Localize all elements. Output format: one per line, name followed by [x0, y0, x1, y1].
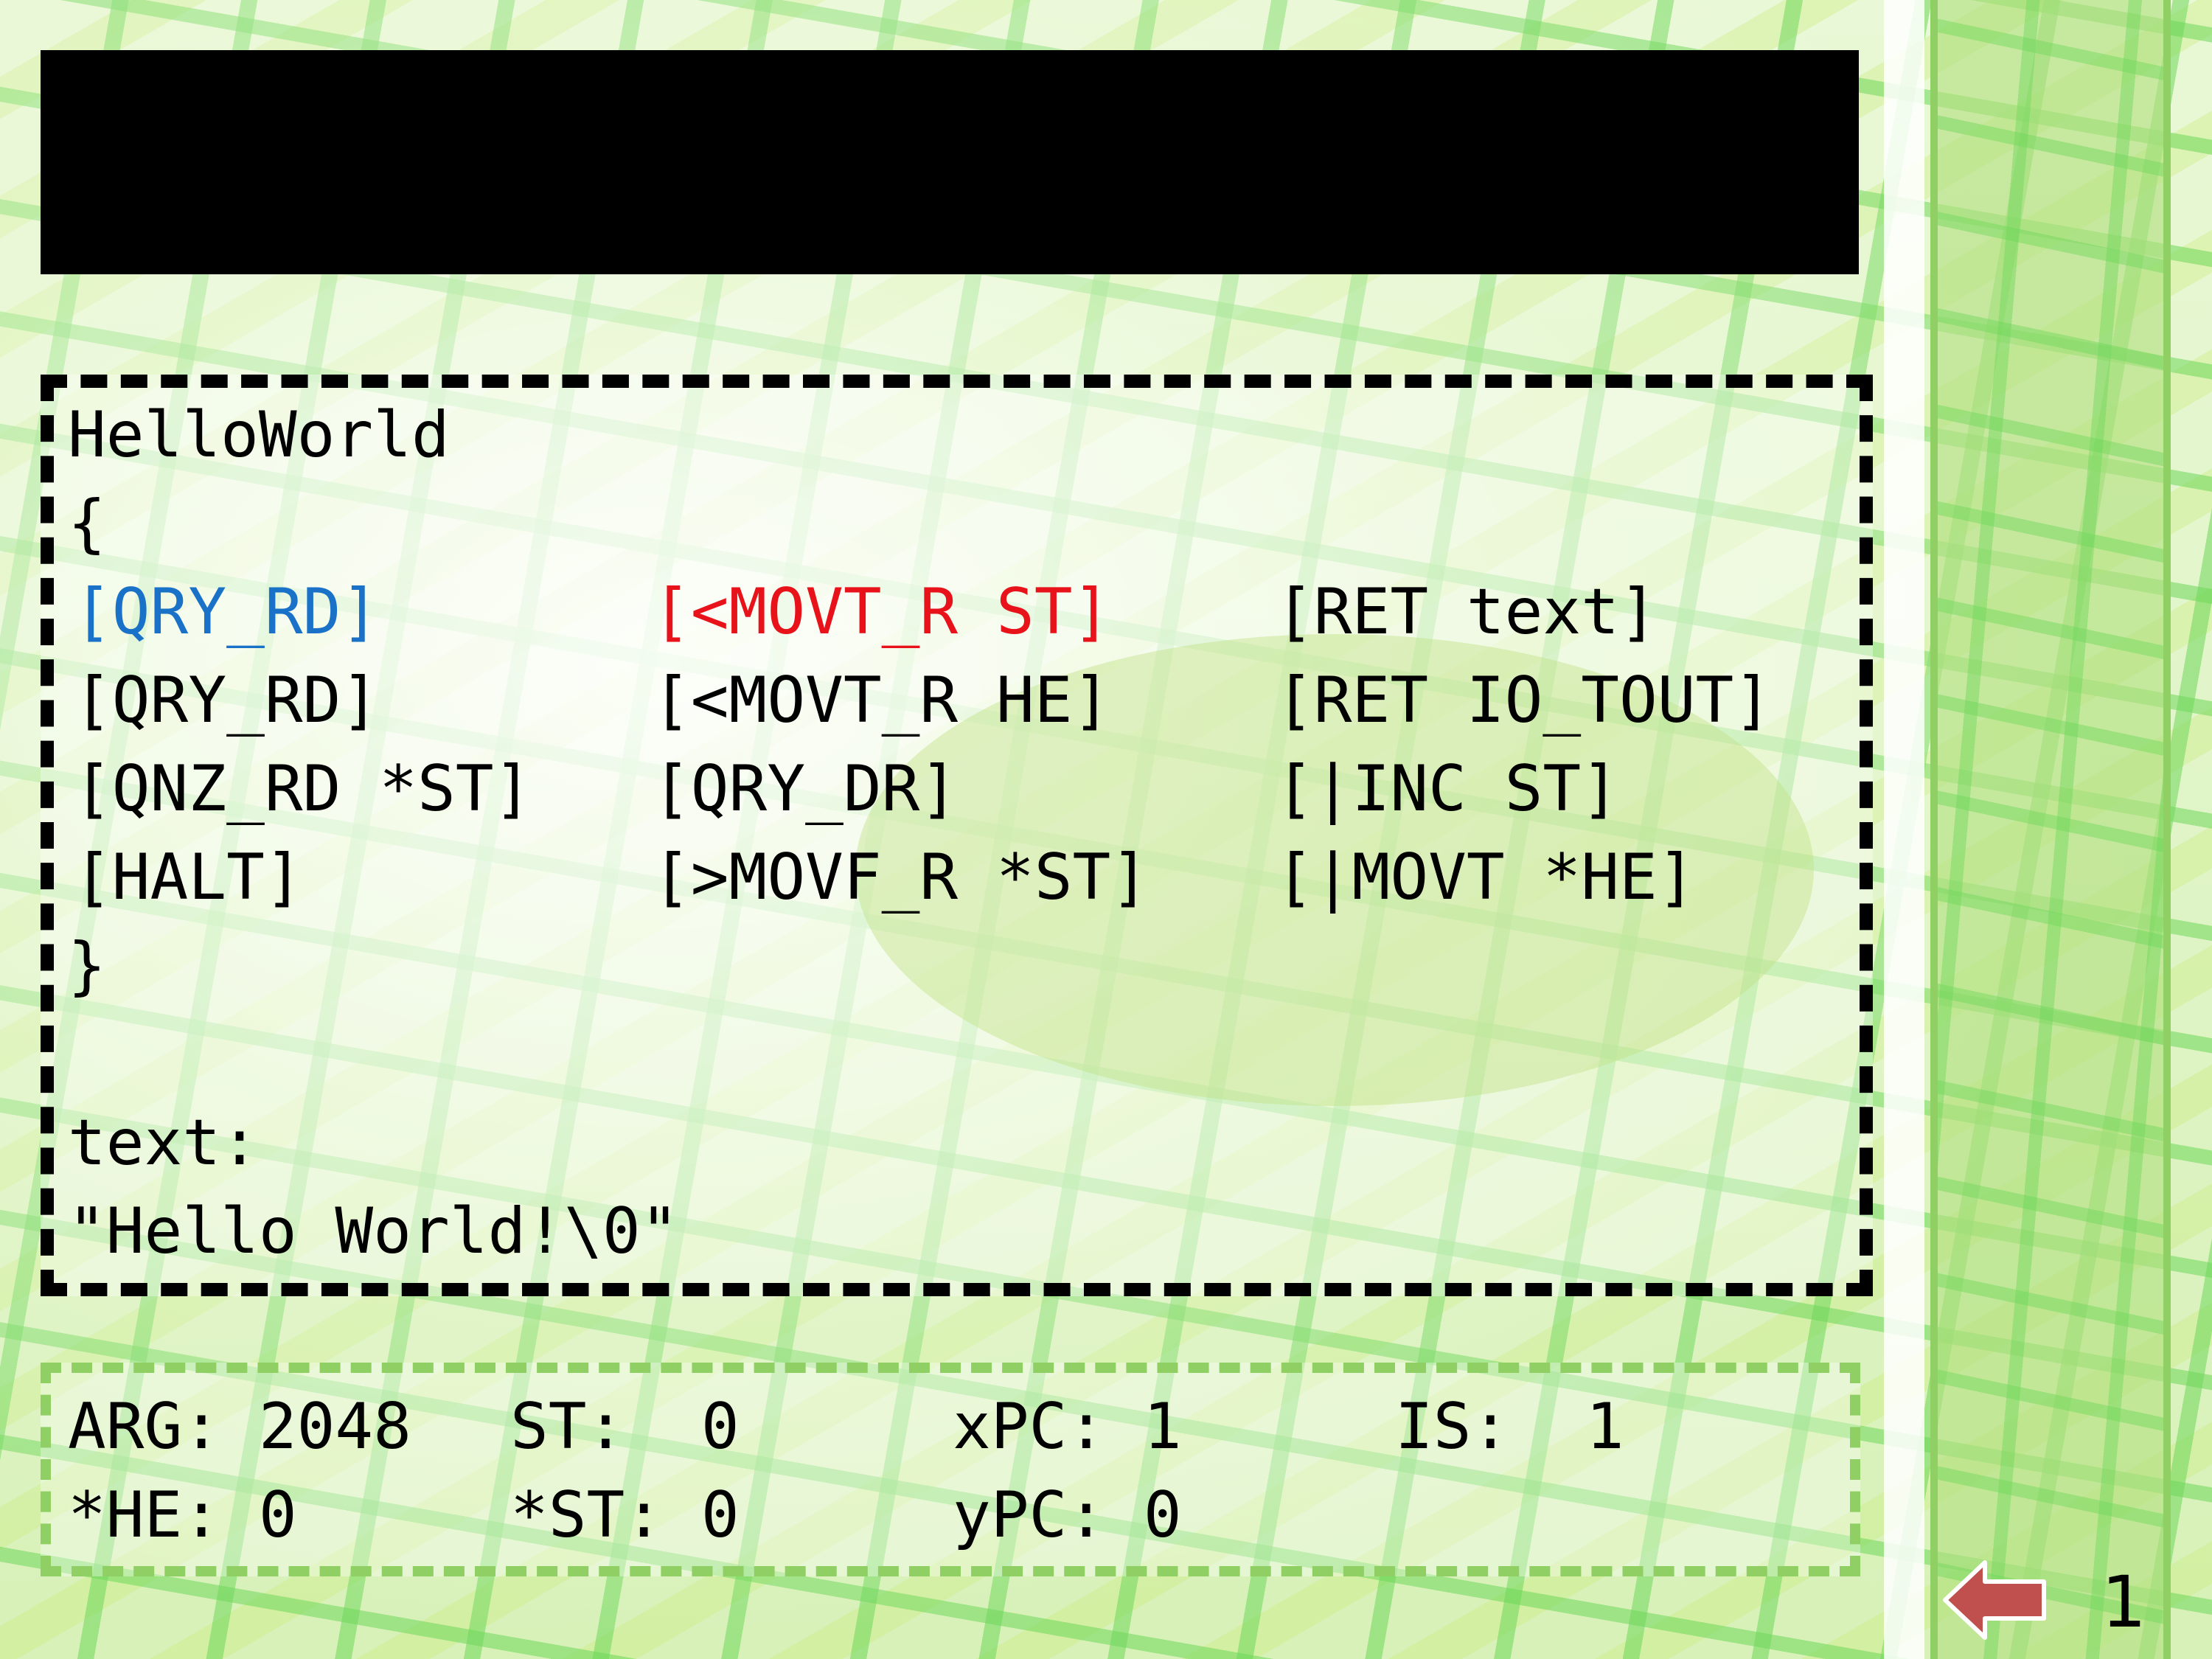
- register-st: ST: 0: [510, 1390, 740, 1464]
- title-bar: [41, 50, 1859, 274]
- instruction-active[interactable]: [<MOVT_R ST]: [653, 575, 1110, 649]
- code-panel: [41, 375, 1873, 1296]
- register-he-pointer: *HE: 0: [68, 1478, 297, 1552]
- instruction[interactable]: [QRY_RD]: [74, 664, 379, 737]
- register-arg: ARG: 2048: [68, 1390, 411, 1464]
- instruction-current[interactable]: [QRY_RD]: [74, 575, 379, 649]
- instruction[interactable]: [>MOVF_R *ST]: [653, 841, 1149, 914]
- instruction[interactable]: [|INC ST]: [1276, 752, 1619, 826]
- instruction[interactable]: [QNZ_RD *ST]: [74, 752, 532, 826]
- close-brace: }: [68, 929, 106, 1003]
- data-value: "Hello World!\0": [68, 1194, 679, 1268]
- page-number: 1: [2101, 1561, 2147, 1644]
- program-name: HelloWorld: [68, 398, 450, 472]
- left-arrow-icon: [1943, 1560, 2046, 1640]
- right-side-panel: [1930, 0, 2171, 1659]
- instruction[interactable]: [|MOVT *HE]: [1276, 841, 1696, 914]
- register-st-pointer: *ST: 0: [510, 1478, 740, 1552]
- instruction[interactable]: [HALT]: [74, 841, 303, 914]
- instruction[interactable]: [<MOVT_R HE]: [653, 664, 1110, 737]
- register-xpc: xPC: 1: [953, 1390, 1182, 1464]
- instruction[interactable]: [QRY_DR]: [653, 752, 958, 826]
- instruction[interactable]: [RET IO_TOUT]: [1276, 664, 1772, 737]
- back-button[interactable]: [1939, 1552, 2050, 1648]
- side-divider: [1884, 0, 1924, 1659]
- instruction[interactable]: [RET text]: [1276, 575, 1658, 649]
- register-ypc: yPC: 0: [953, 1478, 1182, 1552]
- data-label: text:: [68, 1106, 259, 1180]
- open-brace: {: [68, 487, 106, 560]
- register-is: IS: 1: [1395, 1390, 1624, 1464]
